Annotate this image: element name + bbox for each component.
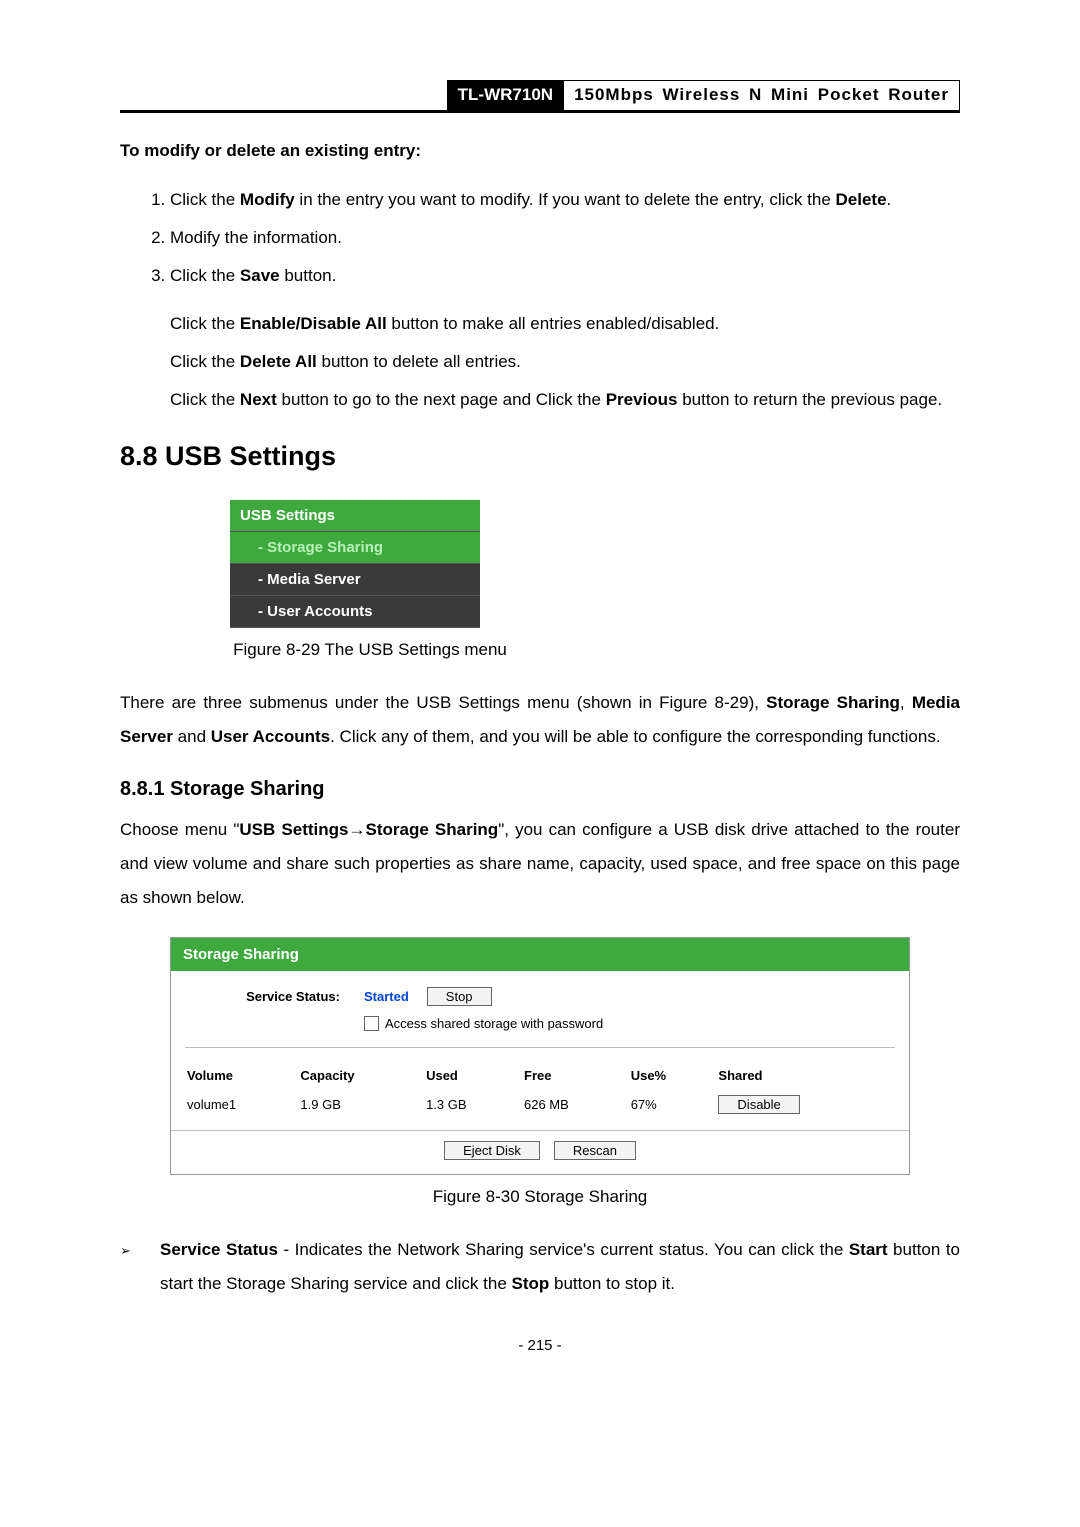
col-used: Used bbox=[422, 1062, 520, 1089]
menu-item-media-server[interactable]: - Media Server bbox=[230, 564, 480, 596]
cell-use-pct: 67% bbox=[627, 1089, 715, 1120]
device-desc: 150Mbps Wireless N Mini Pocket Router bbox=[564, 80, 960, 110]
stop-button[interactable]: Stop bbox=[427, 987, 492, 1006]
figure-8-29-caption: Figure 8-29 The USB Settings menu bbox=[0, 640, 960, 660]
cell-free: 626 MB bbox=[520, 1089, 627, 1120]
page-header: TL-WR710N 150Mbps Wireless N Mini Pocket… bbox=[120, 80, 960, 113]
service-status-label: Service Status: bbox=[185, 989, 364, 1004]
menu-item-user-accounts[interactable]: - User Accounts bbox=[230, 596, 480, 628]
table-header-row: Volume Capacity Used Free Use% Shared bbox=[185, 1062, 895, 1089]
modify-delete-title: To modify or delete an existing entry: bbox=[120, 141, 960, 161]
section-title: 8.8 USB Settings bbox=[120, 441, 960, 472]
figure-8-30-caption: Figure 8-30 Storage Sharing bbox=[120, 1187, 960, 1207]
cell-capacity: 1.9 GB bbox=[296, 1089, 422, 1120]
step-1: Click the Modify in the entry you want t… bbox=[170, 183, 960, 217]
storage-sharing-intro: Choose menu "USB Settings→Storage Sharin… bbox=[120, 813, 960, 915]
service-status-definition: Service Status - Indicates the Network S… bbox=[160, 1233, 960, 1301]
modify-delete-steps: Click the Modify in the entry you want t… bbox=[120, 183, 960, 293]
col-volume: Volume bbox=[185, 1062, 296, 1089]
definitions: ➢ Service Status - Indicates the Network… bbox=[120, 1233, 960, 1301]
step-3: Click the Save button. bbox=[170, 259, 960, 293]
cell-used: 1.3 GB bbox=[422, 1089, 520, 1120]
rescan-button[interactable]: Rescan bbox=[554, 1141, 636, 1160]
eject-disk-button[interactable]: Eject Disk bbox=[444, 1141, 540, 1160]
col-free: Free bbox=[520, 1062, 627, 1089]
panel-title: Storage Sharing bbox=[171, 938, 909, 971]
cell-volume: volume1 bbox=[185, 1089, 296, 1120]
extra-notes: Click the Enable/Disable All button to m… bbox=[170, 307, 960, 417]
subsection-title: 8.8.1 Storage Sharing bbox=[120, 778, 960, 801]
menu-header: USB Settings bbox=[230, 500, 480, 532]
usb-settings-menu: USB Settings - Storage Sharing - Media S… bbox=[230, 500, 480, 628]
menu-item-storage-sharing[interactable]: - Storage Sharing bbox=[230, 532, 480, 564]
access-password-checkbox[interactable] bbox=[364, 1016, 379, 1031]
device-model: TL-WR710N bbox=[447, 80, 564, 110]
access-password-label: Access shared storage with password bbox=[385, 1016, 603, 1031]
table-row: volume1 1.9 GB 1.3 GB 626 MB 67% Disable bbox=[185, 1089, 895, 1120]
col-use-pct: Use% bbox=[627, 1062, 715, 1089]
usb-intro-paragraph: There are three submenus under the USB S… bbox=[120, 686, 960, 754]
disable-button[interactable]: Disable bbox=[718, 1095, 799, 1114]
step-2: Modify the information. bbox=[170, 221, 960, 255]
storage-sharing-panel: Storage Sharing Service Status: Started … bbox=[170, 937, 910, 1175]
bullet-icon: ➢ bbox=[120, 1233, 160, 1301]
col-capacity: Capacity bbox=[296, 1062, 422, 1089]
service-status-value: Started bbox=[364, 989, 409, 1004]
volume-table: Volume Capacity Used Free Use% Shared vo… bbox=[185, 1062, 895, 1120]
panel-divider bbox=[185, 1047, 895, 1048]
col-shared: Shared bbox=[714, 1062, 895, 1089]
page-number: - 215 - bbox=[120, 1337, 960, 1354]
